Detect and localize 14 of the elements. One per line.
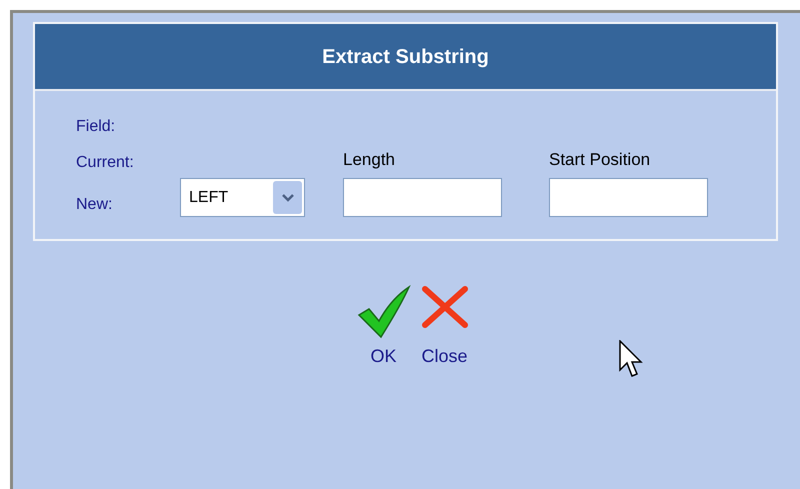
- function-select[interactable]: LEFT: [180, 178, 305, 217]
- ok-button[interactable]: OK: [356, 285, 410, 370]
- input-label: Start Position: [549, 148, 652, 170]
- input-field[interactable]: [549, 178, 708, 217]
- dialog-title: Extract Substring: [322, 44, 489, 70]
- checkmark-icon: [356, 285, 410, 339]
- input-field[interactable]: [343, 178, 502, 217]
- close-icon: [420, 285, 468, 329]
- field-label: Field:: [76, 117, 116, 137]
- field-label: Current:: [76, 153, 135, 173]
- input-label: Length: [343, 148, 396, 170]
- close-button[interactable]: Close: [420, 285, 468, 370]
- field-label: New:: [76, 195, 114, 215]
- mouse-pointer-icon: [619, 340, 643, 380]
